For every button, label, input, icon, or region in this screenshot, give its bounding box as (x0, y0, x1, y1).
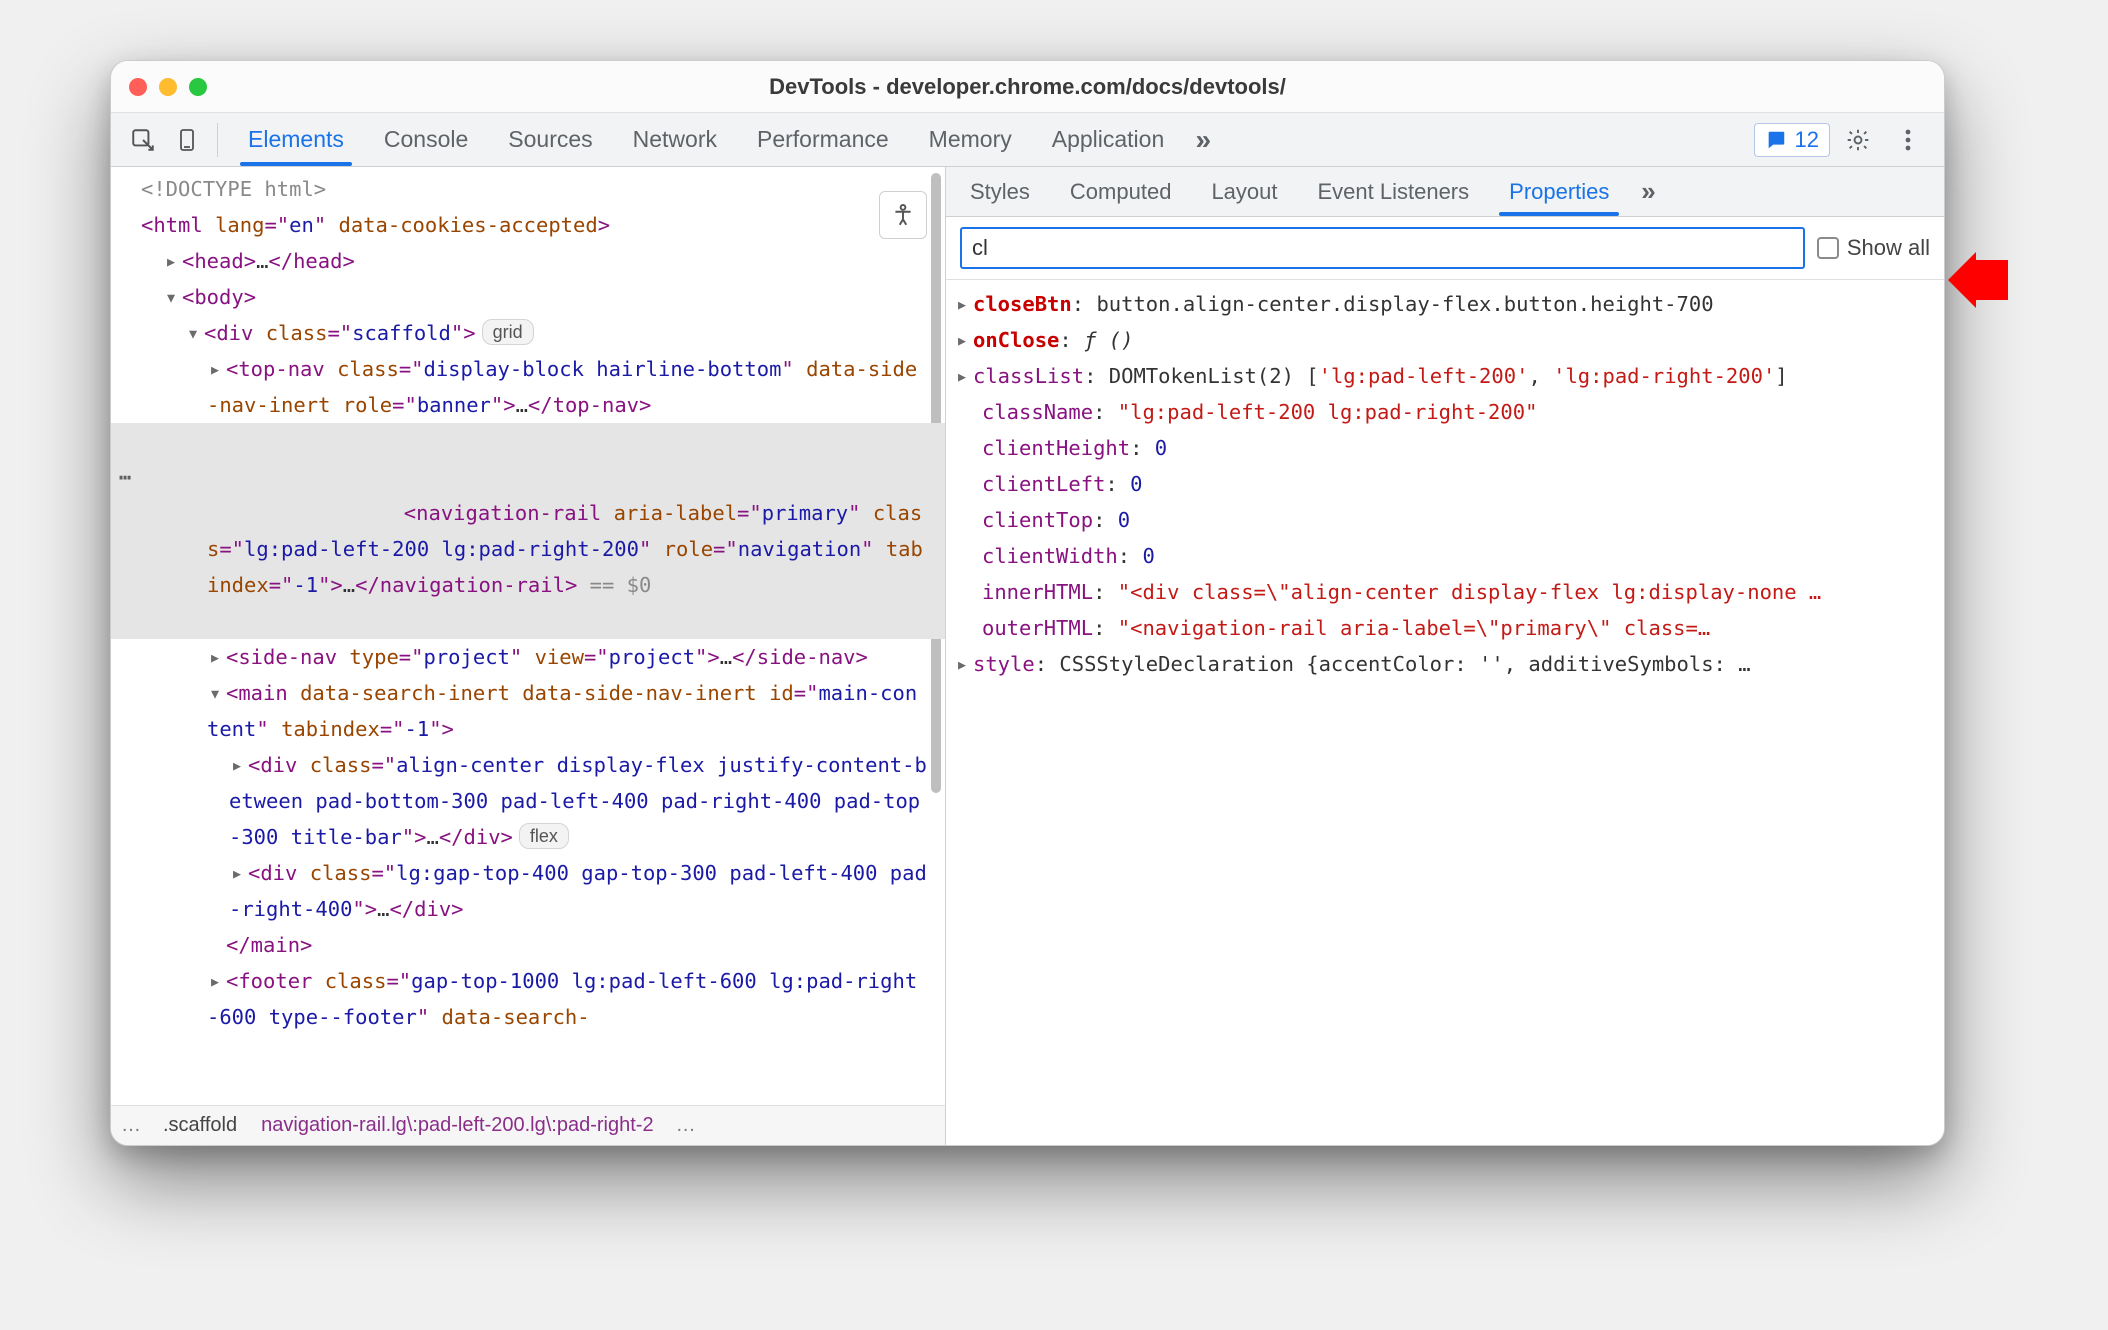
show-all-toggle[interactable]: Show all (1817, 235, 1930, 261)
properties-filter-row: Show all (946, 217, 1944, 280)
sidetab-computed[interactable]: Computed (1050, 167, 1192, 216)
grid-badge[interactable]: grid (482, 319, 534, 345)
prop-onclose[interactable]: onClose: ƒ () (954, 322, 1934, 358)
tab-console[interactable]: Console (364, 113, 488, 166)
elements-panel: <!DOCTYPE html> <html lang="en" data-coo… (111, 167, 946, 1145)
prop-closebtn[interactable]: closeBtn: button.align-center.display-fl… (954, 286, 1934, 322)
prop-clientwidth[interactable]: clientWidth: 0 (954, 538, 1934, 574)
side-tabs-overflow[interactable]: » (1629, 167, 1667, 216)
breadcrumb-scaffold[interactable]: .scaffold (151, 1114, 249, 1137)
tab-elements[interactable]: Elements (228, 113, 364, 166)
window-title: DevTools - developer.chrome.com/docs/dev… (129, 74, 1926, 100)
prop-classname[interactable]: className: "lg:pad-left-200 lg:pad-right… (954, 394, 1934, 430)
device-toolbar-button[interactable] (165, 113, 209, 167)
dom-node-main[interactable]: <main data-search-inert data-side-nav-in… (111, 675, 945, 747)
breadcrumb: … .scaffold navigation-rail.lg\:pad-left… (111, 1105, 945, 1145)
main-toolbar: Elements Console Sources Network Perform… (111, 113, 1944, 167)
prop-innerhtml[interactable]: innerHTML: "<div class=\"align-center di… (954, 574, 1934, 610)
dom-node-titlebar-div[interactable]: <div class="align-center display-flex ju… (111, 747, 945, 855)
accessibility-icon (890, 202, 916, 228)
tab-application[interactable]: Application (1032, 113, 1185, 166)
dom-node-html[interactable]: <html lang="en" data-cookies-accepted> (111, 207, 945, 243)
sidetab-layout[interactable]: Layout (1191, 167, 1297, 216)
dom-doctype[interactable]: <!DOCTYPE html> (111, 171, 945, 207)
tab-performance[interactable]: Performance (737, 113, 909, 166)
dom-node-scaffold[interactable]: <div class="scaffold">grid (111, 315, 945, 351)
prop-clienttop[interactable]: clientTop: 0 (954, 502, 1934, 538)
main-tabs-overflow[interactable]: » (1184, 113, 1222, 166)
selected-ellipsis-icon[interactable]: ⋯ (111, 459, 139, 495)
tab-sources[interactable]: Sources (488, 113, 612, 166)
dom-node-body[interactable]: <body> (111, 279, 945, 315)
sidetab-event-listeners[interactable]: Event Listeners (1298, 167, 1490, 216)
minimize-window-button[interactable] (159, 78, 177, 96)
breadcrumb-overflow-right[interactable]: … (666, 1114, 706, 1137)
side-tabs: Styles Computed Layout Event Listeners P… (946, 167, 1944, 217)
dom-node-navigation-rail[interactable]: ⋯ <navigation-rail aria-label="primary" … (111, 423, 945, 639)
kebab-icon (1904, 128, 1912, 152)
settings-button[interactable] (1836, 120, 1880, 160)
tab-network[interactable]: Network (613, 113, 737, 166)
window-controls (129, 78, 207, 96)
flex-badge[interactable]: flex (519, 823, 569, 849)
chat-icon (1765, 129, 1787, 151)
issues-count: 12 (1795, 127, 1819, 153)
prop-classlist[interactable]: classList: DOMTokenList(2) ['lg:pad-left… (954, 358, 1934, 394)
prop-style[interactable]: style: CSSStyleDeclaration {accentColor:… (954, 646, 1934, 682)
accessibility-tree-button[interactable] (879, 191, 927, 239)
maximize-window-button[interactable] (189, 78, 207, 96)
show-all-checkbox[interactable] (1817, 237, 1839, 259)
dom-node-content-div[interactable]: <div class="lg:gap-top-400 gap-top-300 p… (111, 855, 945, 927)
inspect-element-button[interactable] (121, 113, 165, 167)
prop-outerhtml[interactable]: outerHTML: "<navigation-rail aria-label=… (954, 610, 1934, 646)
tab-memory[interactable]: Memory (909, 113, 1032, 166)
main-tabs: Elements Console Sources Network Perform… (228, 113, 1222, 166)
properties-filter-input[interactable] (960, 227, 1805, 269)
prop-clientheight[interactable]: clientHeight: 0 (954, 430, 1934, 466)
toolbar-divider (217, 123, 218, 157)
show-all-label: Show all (1847, 235, 1930, 261)
dom-node-sidenav[interactable]: <side-nav type="project" view="project">… (111, 639, 945, 675)
properties-list: closeBtn: button.align-center.display-fl… (946, 280, 1944, 1145)
more-options-button[interactable] (1886, 120, 1930, 160)
dom-tree[interactable]: <!DOCTYPE html> <html lang="en" data-coo… (111, 167, 945, 1035)
titlebar: DevTools - developer.chrome.com/docs/dev… (111, 61, 1944, 113)
devtools-window: DevTools - developer.chrome.com/docs/dev… (110, 60, 1945, 1146)
gear-icon (1845, 127, 1871, 153)
side-panel: Styles Computed Layout Event Listeners P… (946, 167, 1944, 1145)
dom-node-footer[interactable]: <footer class="gap-top-1000 lg:pad-left-… (111, 963, 945, 1035)
issues-button[interactable]: 12 (1754, 123, 1830, 157)
prop-clientleft[interactable]: clientLeft: 0 (954, 466, 1934, 502)
dom-node-main-close[interactable]: </main> (111, 927, 945, 963)
dom-node-head[interactable]: <head>…</head> (111, 243, 945, 279)
close-window-button[interactable] (129, 78, 147, 96)
sidetab-styles[interactable]: Styles (950, 167, 1050, 216)
breadcrumb-overflow-left[interactable]: … (111, 1114, 151, 1137)
annotation-arrow-icon (1948, 252, 2008, 308)
dom-node-topnav[interactable]: <top-nav class="display-block hairline-b… (111, 351, 945, 423)
breadcrumb-navigation-rail[interactable]: navigation-rail.lg\:pad-left-200.lg\:pad… (249, 1114, 665, 1137)
sidetab-properties[interactable]: Properties (1489, 167, 1629, 216)
